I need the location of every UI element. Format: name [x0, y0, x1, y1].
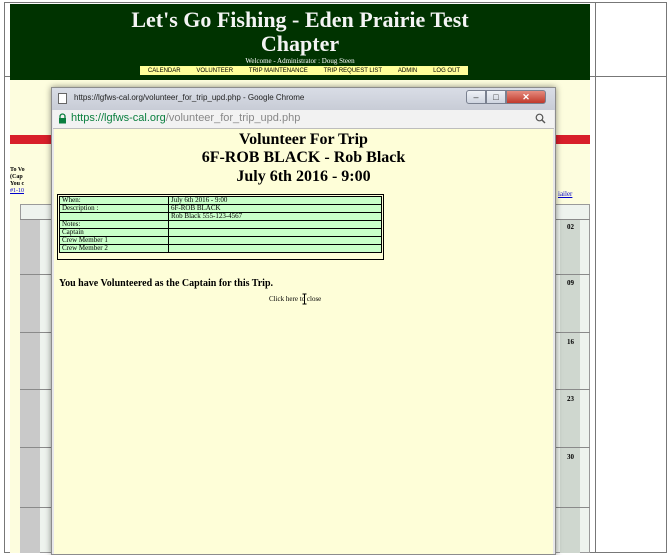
nav-log-out[interactable]: LOG OUT — [433, 68, 460, 74]
calendar-right-link[interactable]: iailer — [558, 190, 572, 198]
calendar-date[interactable]: 16 — [567, 338, 574, 346]
close-link[interactable]: Click here to close — [269, 295, 321, 303]
table-label: Crew Member 2 — [59, 244, 169, 253]
site-title: Let's Go Fishing - Eden Prairie Test Cha… — [10, 8, 590, 56]
calendar-date[interactable]: 30 — [567, 453, 574, 461]
popup-content: Volunteer For Trip 6F-ROB BLACK - Rob Bl… — [54, 129, 553, 554]
confirmation-message: You have Volunteered as the Captain for … — [59, 278, 274, 289]
page-icon — [58, 93, 67, 104]
instructions-line: You c — [10, 181, 25, 187]
instructions-line: (Cap — [10, 174, 23, 180]
window-title: https://lgfws-cal.org/volunteer_for_trip… — [74, 93, 305, 102]
instructions-text: To Vo (Cap You c #1-10 — [10, 167, 25, 195]
page-heading: Volunteer For Trip — [239, 131, 368, 148]
nav-volunteer[interactable]: VOLUNTEER — [196, 68, 233, 74]
text-cursor-icon — [302, 293, 307, 305]
calendar-left-column — [20, 219, 40, 553]
table-value — [168, 228, 382, 237]
table-value — [168, 236, 382, 245]
minimize-icon[interactable]: – — [466, 90, 486, 104]
calendar-right-column — [560, 219, 580, 553]
welcome-text: Welcome - Administrator : Doug Steen — [245, 57, 355, 65]
address-bar[interactable]: https://lgfws-cal.org/volunteer_for_trip… — [53, 110, 554, 129]
nav-admin[interactable]: ADMIN — [398, 68, 417, 74]
popup-window: https://lgfws-cal.org/volunteer_for_trip… — [51, 87, 556, 555]
popup-titlebar[interactable]: https://lgfws-cal.org/volunteer_for_trip… — [52, 88, 555, 110]
instructions-line: To Vo — [10, 167, 25, 173]
table-value — [168, 220, 382, 229]
trip-name-heading: 6F-ROB BLACK - Rob Black — [201, 149, 406, 166]
url-scheme: https:// — [71, 112, 105, 124]
calendar-date[interactable]: 23 — [567, 395, 574, 403]
table-row: Rob Black 555-123-4567 — [59, 212, 382, 221]
calendar-date[interactable]: 09 — [567, 279, 574, 287]
zoom-icon[interactable] — [535, 113, 546, 124]
table-label: Description : — [59, 204, 169, 213]
close-icon[interactable]: ✕ — [506, 90, 546, 104]
calendar-date[interactable]: 02 — [567, 223, 574, 231]
lock-icon — [59, 113, 66, 124]
trip-date-heading: July 6th 2016 - 9:00 — [236, 168, 371, 185]
nav-trip-request-list[interactable]: TRIP REQUEST LIST — [324, 68, 382, 74]
table-value: Rob Black 555-123-4567 — [168, 212, 382, 221]
week-link[interactable]: #1-10 — [10, 188, 25, 195]
trip-info-table: When: July 6th 2016 - 9:00 Description :… — [59, 196, 382, 253]
site-title-line1: Let's Go Fishing - Eden Prairie Test — [131, 7, 469, 32]
table-row: Crew Member 2 — [59, 244, 382, 253]
url-path: /volunteer_for_trip_upd.php — [165, 112, 301, 124]
site-title-line2: Chapter — [260, 31, 340, 56]
nav-trip-maintenance[interactable]: TRIP MAINTENANCE — [249, 68, 308, 74]
table-value — [168, 244, 382, 253]
site-nav: CALENDAR VOLUNTEER TRIP MAINTENANCE TRIP… — [140, 66, 468, 75]
url-text[interactable]: https://lgfws-cal.org/volunteer_for_trip… — [71, 112, 300, 124]
nav-calendar[interactable]: CALENDAR — [148, 68, 181, 74]
url-host: lgfws-cal.org — [104, 112, 166, 124]
maximize-icon[interactable]: □ — [486, 90, 506, 104]
table-row: Notes: — [59, 220, 382, 229]
frame-divider — [595, 3, 596, 552]
